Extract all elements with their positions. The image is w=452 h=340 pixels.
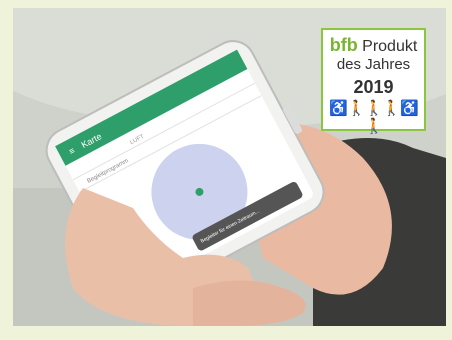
badge-word1: Produkt <box>362 38 418 55</box>
badge-subtitle: des Jahres <box>336 56 411 73</box>
page-frame: Karte ≡ LUFT Begleitprogramm Begleiter f… <box>0 0 452 340</box>
badge-title-line: bfb Produkt <box>323 36 424 56</box>
people-pictogram-icon: ♿🚶🚶🚶♿🚶 <box>329 100 418 135</box>
badge-brand: bfb <box>329 35 358 55</box>
badge-year: 2019 <box>353 77 394 97</box>
award-badge: bfb Produkt des Jahres 2019 ♿🚶🚶🚶♿🚶 <box>321 28 426 135</box>
